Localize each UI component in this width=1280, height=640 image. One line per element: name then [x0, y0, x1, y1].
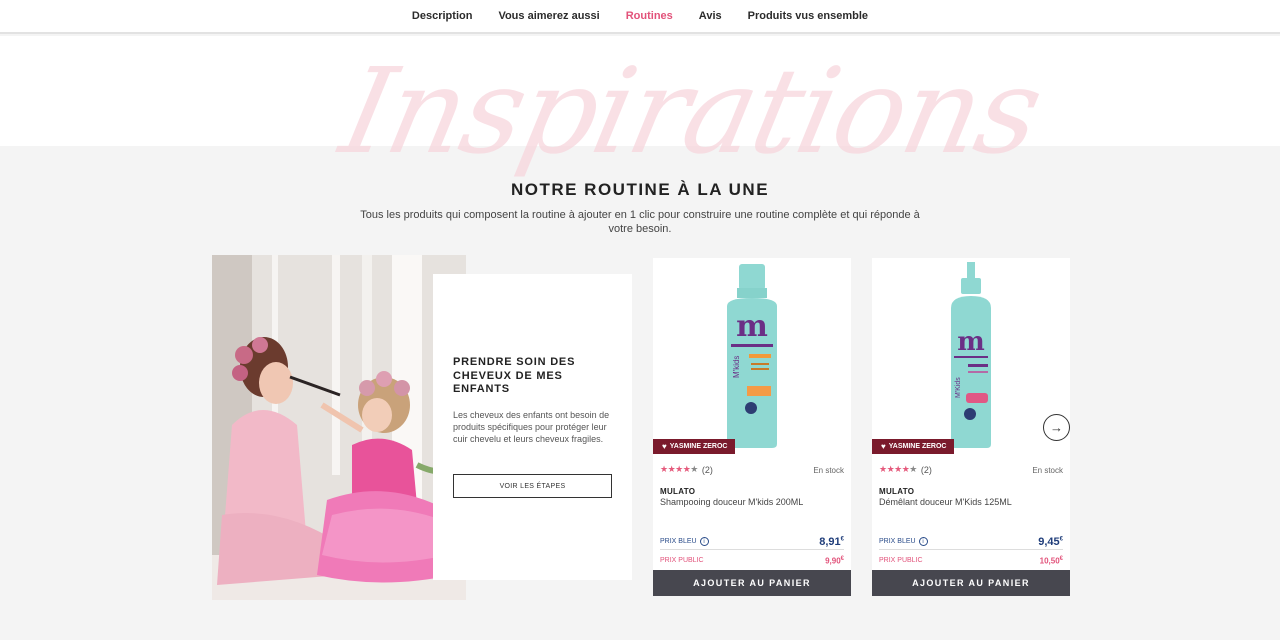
- info-icon[interactable]: i: [699, 537, 709, 546]
- stock-status: En stock: [813, 466, 844, 475]
- routine-description: Les cheveux des enfants ont besoin de pr…: [453, 410, 610, 444]
- star-icon: ★★★★★: [660, 464, 698, 474]
- product-name[interactable]: Démêlant douceur M'Kids 125ML: [879, 497, 1039, 509]
- prix-bleu-row: PRIX BLEU i 8,91€: [660, 534, 844, 550]
- detangler-bottle-icon: m M'Kids: [951, 262, 991, 448]
- prix-public-price: 10,50€: [1039, 555, 1063, 566]
- expert-badge: ♥ YASMINE ZEROC: [872, 439, 955, 454]
- add-to-cart-button[interactable]: AJOUTER AU PANIER: [872, 570, 1070, 596]
- heart-icon: ♥: [881, 442, 886, 451]
- arrow-right-icon[interactable]: →: [1043, 414, 1070, 441]
- prix-public-row: PRIX PUBLIC 10,50€: [879, 555, 1063, 566]
- shampoo-bottle-icon: m M'kids: [727, 264, 777, 448]
- heart-icon: ♥: [662, 442, 667, 451]
- info-icon[interactable]: i: [918, 537, 928, 546]
- prix-bleu-row: PRIX BLEU i 9,45€: [879, 534, 1063, 550]
- product-image[interactable]: m M'kids: [653, 258, 851, 454]
- prix-public-label: PRIX PUBLIC: [660, 557, 704, 564]
- product-rating[interactable]: ★★★★★ (2): [879, 464, 932, 475]
- routine-title: PRENDRE SOIN DES CHEVEUX DE MES ENFANTS: [453, 356, 576, 395]
- product-brand: MULATO: [879, 487, 915, 496]
- badge-label: YASMINE ZEROC: [669, 443, 728, 450]
- tab-avis[interactable]: Avis: [699, 10, 722, 22]
- product-card[interactable]: m M'kids ♥ YASMINE ZEROC ★★★★★ (2) En st…: [653, 258, 851, 596]
- prix-bleu-price: 9,45€: [1038, 535, 1063, 548]
- svg-text:M'kids: M'kids: [732, 356, 741, 378]
- routine-photo: [212, 255, 466, 600]
- prix-public-label: PRIX PUBLIC: [879, 557, 923, 564]
- prix-bleu-label: PRIX BLEU i: [879, 537, 928, 546]
- stock-status: En stock: [1032, 466, 1063, 475]
- tab-vous-aimerez-aussi[interactable]: Vous aimerez aussi: [498, 10, 599, 22]
- tab-description[interactable]: Description: [412, 10, 473, 22]
- product-brand: MULATO: [660, 487, 696, 496]
- routine-card: PRENDRE SOIN DES CHEVEUX DE MES ENFANTS …: [433, 274, 632, 580]
- svg-text:M'Kids: M'Kids: [955, 377, 962, 398]
- product-name[interactable]: Shampooing douceur M'kids 200ML: [660, 497, 820, 509]
- star-icon: ★★★★★: [879, 464, 917, 474]
- prix-public-price: 9,90€: [825, 555, 844, 566]
- product-rating[interactable]: ★★★★★ (2): [660, 464, 713, 475]
- product-card[interactable]: m M'Kids ♥ YASMINE ZEROC ★★★★★ (2) En st…: [872, 258, 1070, 596]
- section-title: NOTRE ROUTINE À LA UNE: [510, 180, 770, 199]
- tab-routines[interactable]: Routines: [626, 10, 673, 22]
- tab-produits-vus-ensemble[interactable]: Produits vus ensemble: [748, 10, 868, 22]
- expert-badge: ♥ YASMINE ZEROC: [653, 439, 736, 454]
- review-count: (2): [701, 464, 713, 475]
- badge-label: YASMINE ZEROC: [888, 443, 947, 450]
- prix-public-row: PRIX PUBLIC 9,90€: [660, 555, 844, 566]
- header-band: [0, 36, 1280, 146]
- prix-bleu-label: PRIX BLEU i: [660, 537, 709, 546]
- mother-daughter-illustration: [212, 255, 466, 600]
- voir-les-etapes-button[interactable]: VOIR LES ÉTAPES: [453, 474, 612, 498]
- add-to-cart-button[interactable]: AJOUTER AU PANIER: [653, 570, 851, 596]
- review-count: (2): [920, 464, 932, 475]
- section-subtitle: Tous les produits qui composent la routi…: [360, 209, 920, 235]
- prix-bleu-price: 8,91€: [819, 535, 844, 548]
- product-tabs-nav: Description Vous aimerez aussi Routines …: [0, 0, 1280, 34]
- svg-text:m: m: [736, 309, 768, 344]
- product-image[interactable]: m M'Kids: [872, 258, 1070, 454]
- svg-text:m: m: [957, 327, 985, 357]
